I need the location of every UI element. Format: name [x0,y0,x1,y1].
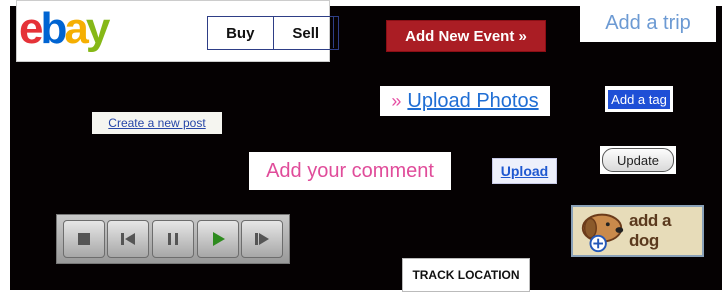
pause-button[interactable] [151,220,194,258]
next-button[interactable] [241,220,284,258]
add-tag-label[interactable]: Add a tag [608,89,670,109]
update-button-container: Update [600,146,676,174]
previous-button[interactable] [107,220,150,258]
ebay-tab-partial [333,16,340,48]
upload-photos-link[interactable]: » Upload Photos [380,86,550,116]
upload-photos-label[interactable]: Upload Photos [407,90,538,113]
track-location-button[interactable]: TRACK LOCATION [402,258,530,292]
double-arrow-icon: » [391,90,402,111]
ebay-logo[interactable]: ebay [19,4,154,54]
upload-button[interactable]: Upload [492,158,557,184]
create-new-post-link[interactable]: Create a new post [92,112,222,134]
add-comment-button[interactable]: Add your comment [249,152,451,190]
next-icon [255,233,270,245]
play-button[interactable] [196,220,239,258]
pause-icon [167,233,178,245]
media-player-controls [56,214,290,264]
add-trip-button[interactable]: Add a trip [580,4,716,42]
update-button[interactable]: Update [602,148,674,172]
stop-icon [77,233,90,245]
canvas: ebay Buy Sell Add New Event » Add a trip… [0,0,728,292]
ebay-header: ebay Buy Sell [16,0,339,62]
add-new-event-button[interactable]: Add New Event » [386,20,546,52]
add-dog-button[interactable]: add a dog [571,205,704,257]
ebay-tabs: Buy Sell [207,16,339,50]
add-tag-button[interactable]: Add a tag [605,86,673,112]
dog-icon [581,213,624,253]
buy-tab[interactable]: Buy [208,17,274,49]
play-icon [212,232,225,246]
add-dog-label: add a dog [629,211,671,250]
stop-button[interactable] [62,220,105,258]
sell-tab[interactable]: Sell [274,17,339,49]
previous-icon [121,233,136,245]
